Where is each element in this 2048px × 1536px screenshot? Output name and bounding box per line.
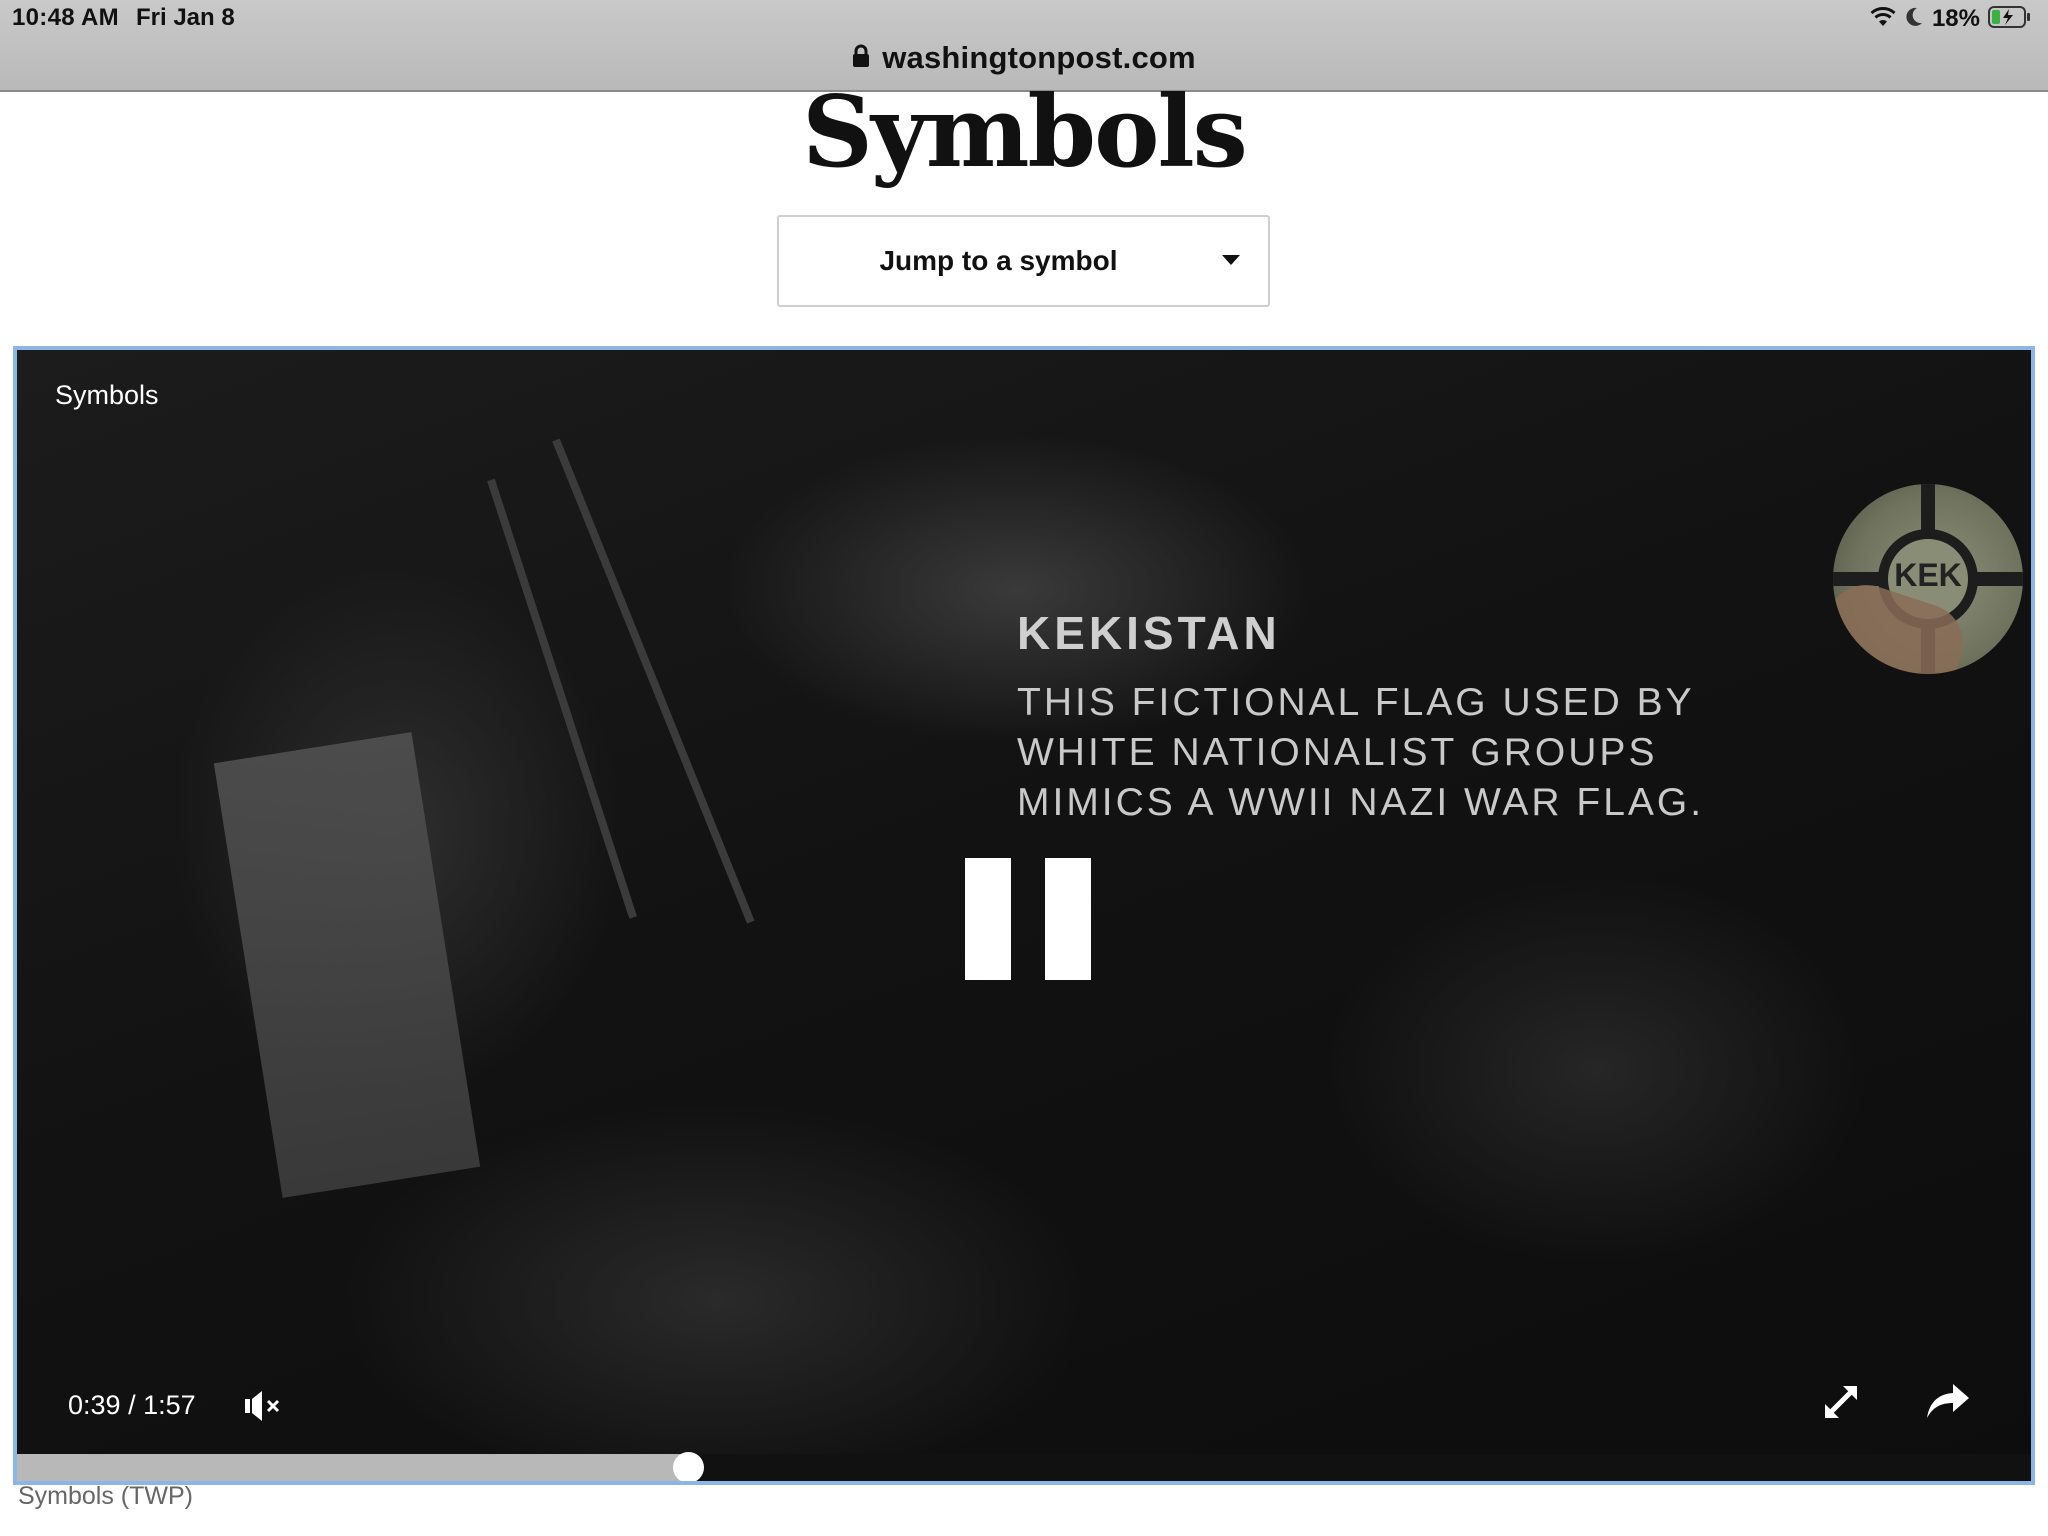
status-indicators: 18%: [1870, 4, 2032, 34]
jump-to-symbol-select[interactable]: Jump to a symbol: [777, 215, 1270, 307]
current-time: 0:39: [68, 1390, 121, 1420]
url-text[interactable]: washingtonpost.com: [882, 40, 1196, 76]
caret-down-icon: [1222, 255, 1240, 265]
mute-icon[interactable]: [243, 1388, 283, 1424]
status-date: Fri Jan 8: [136, 4, 235, 31]
video-title: Symbols: [55, 380, 159, 410]
progress-bar[interactable]: [17, 1452, 2031, 1481]
share-icon[interactable]: [1925, 1380, 1971, 1422]
caption-line: MIMICS A WWII NAZI WAR FLAG.: [1017, 781, 1705, 824]
battery-percent: 18%: [1931, 5, 1980, 32]
protest-sign: [213, 732, 481, 1198]
battery-charging-icon: [1988, 5, 2032, 34]
time-display: 0:39 / 1:57: [68, 1390, 196, 1421]
time-separator: /: [128, 1390, 136, 1420]
wifi-icon: [1870, 6, 1896, 33]
progress-fill: [17, 1454, 688, 1481]
caption-line: WHITE NATIONALIST GROUPS: [1017, 731, 1658, 774]
duration: 1:57: [143, 1390, 196, 1420]
flag-pole: [487, 478, 637, 919]
pause-icon[interactable]: [965, 858, 1091, 980]
video-player[interactable]: KEK KEKISTAN THIS FICTIONAL FLAG USED BY…: [13, 346, 2035, 1485]
lock-icon: [852, 44, 870, 73]
page-title: Symbols: [802, 75, 1248, 190]
progress-knob[interactable]: [672, 1452, 704, 1481]
video-caption: KEKISTAN THIS FICTIONAL FLAG USED BY WHI…: [1017, 606, 1704, 828]
caption-line: THIS FICTIONAL FLAG USED BY: [1017, 681, 1695, 724]
caption-heading: KEKISTAN: [1017, 607, 1281, 659]
flag-pole: [552, 438, 755, 924]
jump-select-label: Jump to a symbol: [879, 245, 1118, 276]
moon-icon: [1904, 6, 1924, 33]
video-source-caption: Symbols (TWP): [18, 1482, 193, 1510]
status-time: 10:48 AM: [12, 4, 119, 31]
kekistan-flag-inset: KEK: [1833, 484, 2023, 674]
fullscreen-icon[interactable]: [1819, 1380, 1863, 1424]
